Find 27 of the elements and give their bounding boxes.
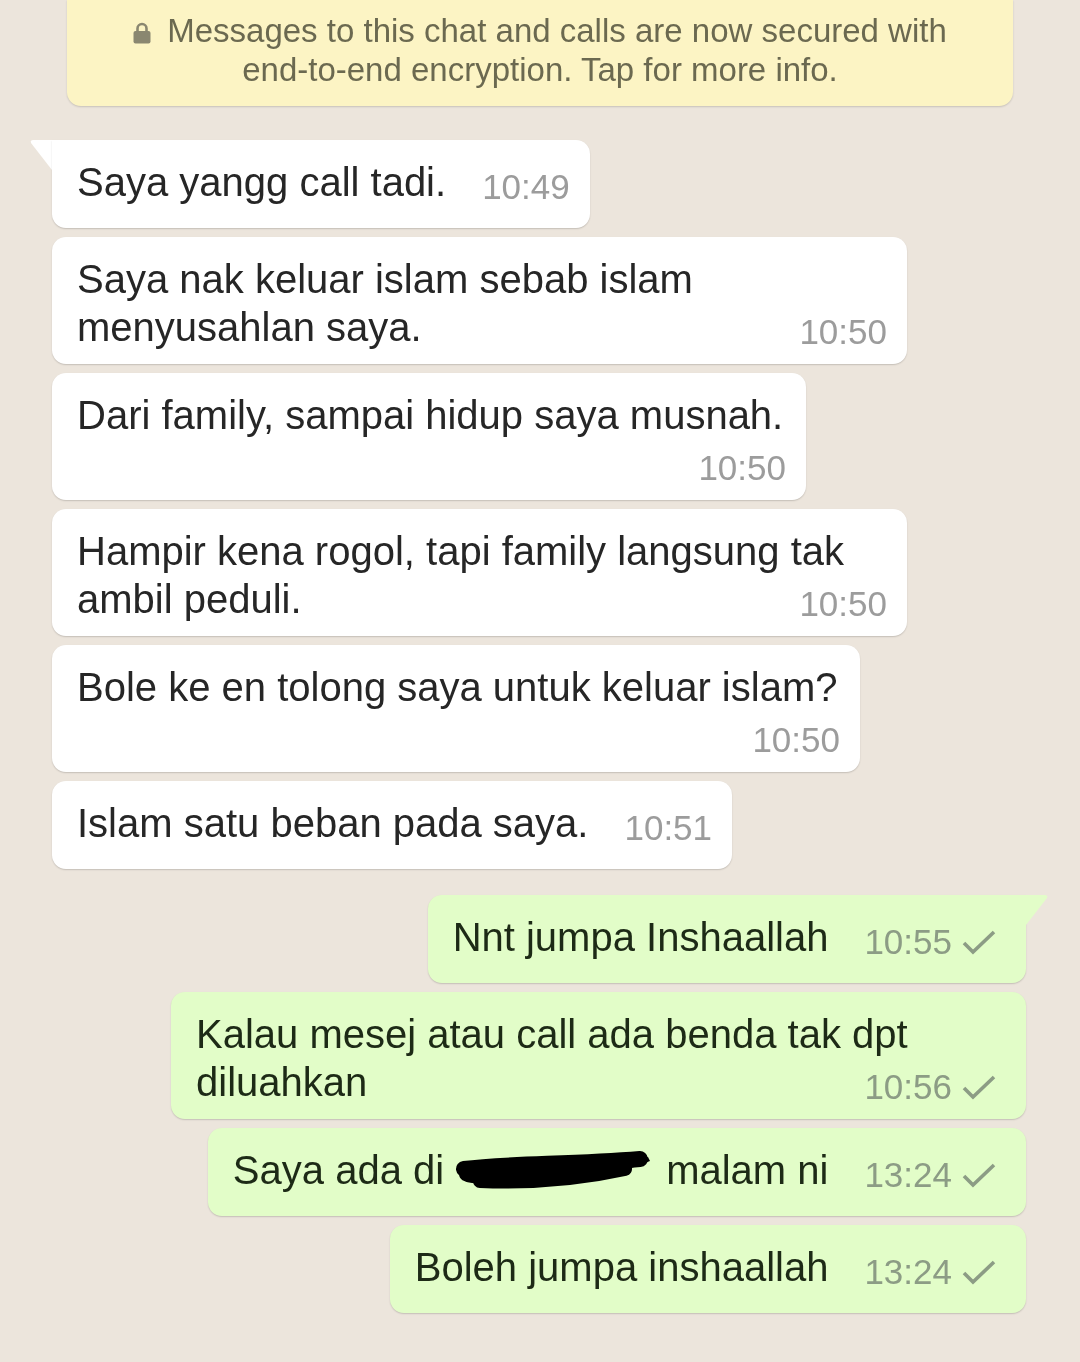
lock-icon [133, 22, 152, 44]
message-text: Kalau mesej atau call ada benda tak dpt [196, 1011, 908, 1058]
message-text: Saya nak keluar islam sebab islam [77, 256, 693, 303]
message-time: 10:50 [698, 448, 786, 488]
message-text: Boleh jumpa inshaallah [414, 1245, 829, 1289]
message-text: menyusahlan saya. [77, 305, 422, 349]
message-time: 10:50 [799, 312, 887, 352]
message-time: 10:50 [752, 720, 840, 760]
message-text: Dari family, sampai hidup saya musnah. [77, 393, 784, 437]
message-time: 10:56 [864, 1067, 952, 1107]
message-time: 10:49 [482, 167, 570, 207]
message-text: Hampir kena rogol, tapi family langsung tak [77, 528, 845, 575]
message-text: Saya ada di [232, 1148, 445, 1192]
encryption-notice[interactable]: Messages to this chat and calls are now secured with end-to-end encryption. Tap for more info. [67, 0, 1013, 106]
notice-text: Messages to this chat and calls are now secured with end-to-end encryption. Tap for more info. [167, 12, 947, 88]
message-text: Bole ke en tolong saya untuk keluar islam? [77, 665, 838, 709]
message-text: ambil peduli. [77, 577, 302, 621]
message-text: diluahkan [196, 1060, 368, 1104]
message-text: malam ni [666, 1148, 829, 1192]
message-time: 10:51 [624, 808, 713, 848]
message-time: 10:50 [799, 584, 887, 624]
message-text: Saya yangg call tadi. [77, 160, 447, 204]
message-text: Islam satu beban pada saya. [77, 801, 589, 845]
message-time: 13:24 [864, 1252, 952, 1292]
message-time: 13:24 [864, 1155, 952, 1195]
message-text: Nnt jumpa Inshaallah [452, 915, 829, 959]
message-time: 10:55 [864, 922, 952, 962]
